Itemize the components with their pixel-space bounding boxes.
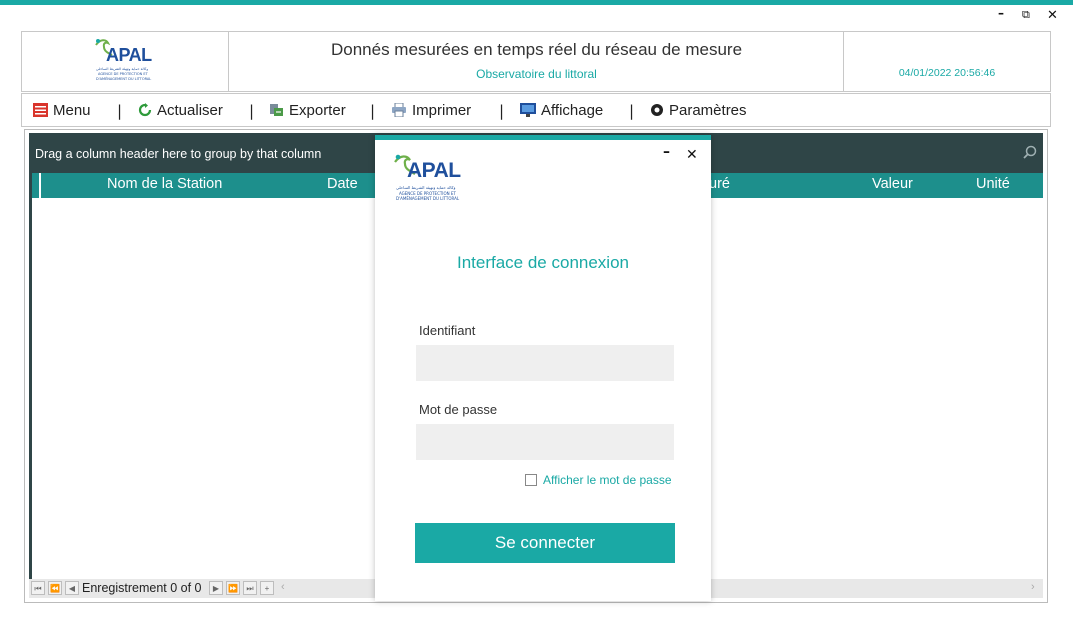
window-restore-button[interactable]: ⧉	[1022, 8, 1030, 22]
gear-icon	[650, 103, 664, 121]
apal-logo: APAL وكالة حماية وتهيئة الشريط الساحلي A…	[94, 37, 160, 87]
column-header-date[interactable]: Date	[327, 176, 358, 192]
grid-row-indicator-bar	[29, 173, 32, 583]
logo-brand-text: APAL	[106, 45, 152, 65]
printer-icon	[391, 102, 407, 121]
toolbar-display-button[interactable]: Affichage	[520, 102, 603, 121]
password-label: Mot de passe	[419, 402, 498, 417]
username-label: Identifiant	[419, 323, 476, 338]
show-password-toggle[interactable]: Afficher le mot de passe	[525, 473, 672, 487]
toolbar-separator: |	[117, 102, 123, 120]
refresh-icon	[138, 103, 152, 121]
header-subtitle: Observatoire du littoral	[476, 67, 597, 81]
window-minimize-button[interactable]: –	[998, 6, 1004, 20]
logo-arabic-text: وكالة حماية وتهيئة الشريط الساحلي	[396, 185, 456, 190]
pager-record-count: Enregistrement 0 of 0	[82, 581, 202, 595]
login-submit-button[interactable]: Se connecter	[415, 523, 675, 563]
pager-next-icon[interactable]: ▶	[209, 581, 223, 595]
header-datetime: 04/01/2022 20:56:46	[843, 32, 1050, 91]
show-password-checkbox[interactable]	[525, 474, 537, 486]
toolbar-refresh-button[interactable]: Actualiser	[138, 102, 223, 121]
column-header-divider	[39, 173, 41, 198]
scroll-left-icon[interactable]: ‹	[281, 581, 285, 593]
toolbar-separator: |	[249, 102, 255, 120]
column-header-value[interactable]: Valeur	[872, 176, 913, 192]
toolbar-separator: |	[499, 102, 505, 120]
login-title: Interface de connexion	[456, 253, 629, 272]
toolbar-print-button[interactable]: Imprimer	[391, 102, 471, 121]
toolbar-refresh-label: Actualiser	[157, 102, 223, 119]
toolbar-export-label: Exporter	[289, 102, 346, 119]
show-password-label: Afficher le mot de passe	[543, 473, 672, 487]
pager-next-page-icon[interactable]: ⏩	[226, 581, 240, 595]
group-by-hint: Drag a column header here to group by th…	[35, 147, 322, 161]
username-input[interactable]	[416, 345, 674, 381]
toolbar-menu-label: Menu	[53, 102, 91, 119]
menu-icon	[33, 103, 48, 121]
pager-first-icon[interactable]: ⏮	[31, 581, 45, 595]
logo-french-line2: D'AMÉNAGEMENT DU LITTORAL	[396, 196, 460, 201]
pager-prev-icon[interactable]: ◀	[65, 581, 79, 595]
toolbar-menu-button[interactable]: Menu	[33, 102, 91, 121]
column-header-measure[interactable]: uré	[709, 176, 730, 192]
column-header-unit[interactable]: Unité	[976, 176, 1010, 192]
pager-prev-page-icon[interactable]: ⏪	[48, 581, 62, 595]
pager-add-icon[interactable]: +	[260, 581, 274, 595]
toolbar-separator: |	[370, 102, 376, 120]
export-icon	[269, 103, 284, 121]
monitor-icon	[520, 103, 536, 121]
app-header: APAL وكالة حماية وتهيئة الشريط الساحلي A…	[21, 31, 1051, 92]
dialog-apal-logo: APAL وكالة حماية وتهيئة الشريط الساحلي A…	[393, 150, 473, 210]
logo-brand-text: APAL	[407, 159, 461, 182]
password-input[interactable]	[416, 424, 674, 460]
toolbar-print-label: Imprimer	[412, 102, 472, 119]
login-dialog: – ✕ APAL وكالة حماية وتهيئة الشريط الساح…	[375, 135, 711, 601]
toolbar-export-button[interactable]: Exporter	[269, 102, 346, 121]
dialog-minimize-button[interactable]: –	[663, 144, 670, 160]
toolbar-separator: |	[629, 102, 635, 120]
logo-french-line2: D'AMÉNAGEMENT DU LITTORAL	[96, 77, 152, 81]
window-close-button[interactable]: ✕	[1047, 8, 1058, 23]
logo-arabic-text: وكالة حماية وتهيئة الشريط الساحلي	[96, 67, 149, 71]
logo-french-line1: AGENCE DE PROTECTION ET	[98, 72, 148, 76]
pager-last-icon[interactable]: ⏭	[243, 581, 257, 595]
toolbar-settings-button[interactable]: Paramètres	[650, 102, 747, 121]
window-top-accent	[0, 0, 1073, 5]
column-header-station[interactable]: Nom de la Station	[107, 176, 222, 192]
toolbar-display-label: Affichage	[541, 102, 604, 119]
main-toolbar: Menu | Actualiser | Exporter | Imprimer …	[21, 93, 1051, 127]
scroll-right-icon[interactable]: ›	[1031, 581, 1035, 593]
header-title: Donnés mesurées en temps réel du réseau …	[330, 40, 743, 59]
dialog-close-button[interactable]: ✕	[686, 147, 698, 163]
header-logo-cell: APAL وكالة حماية وتهيئة الشريط الساحلي A…	[22, 32, 229, 91]
toolbar-settings-label: Paramètres	[669, 102, 747, 119]
search-icon[interactable]	[1023, 145, 1037, 162]
